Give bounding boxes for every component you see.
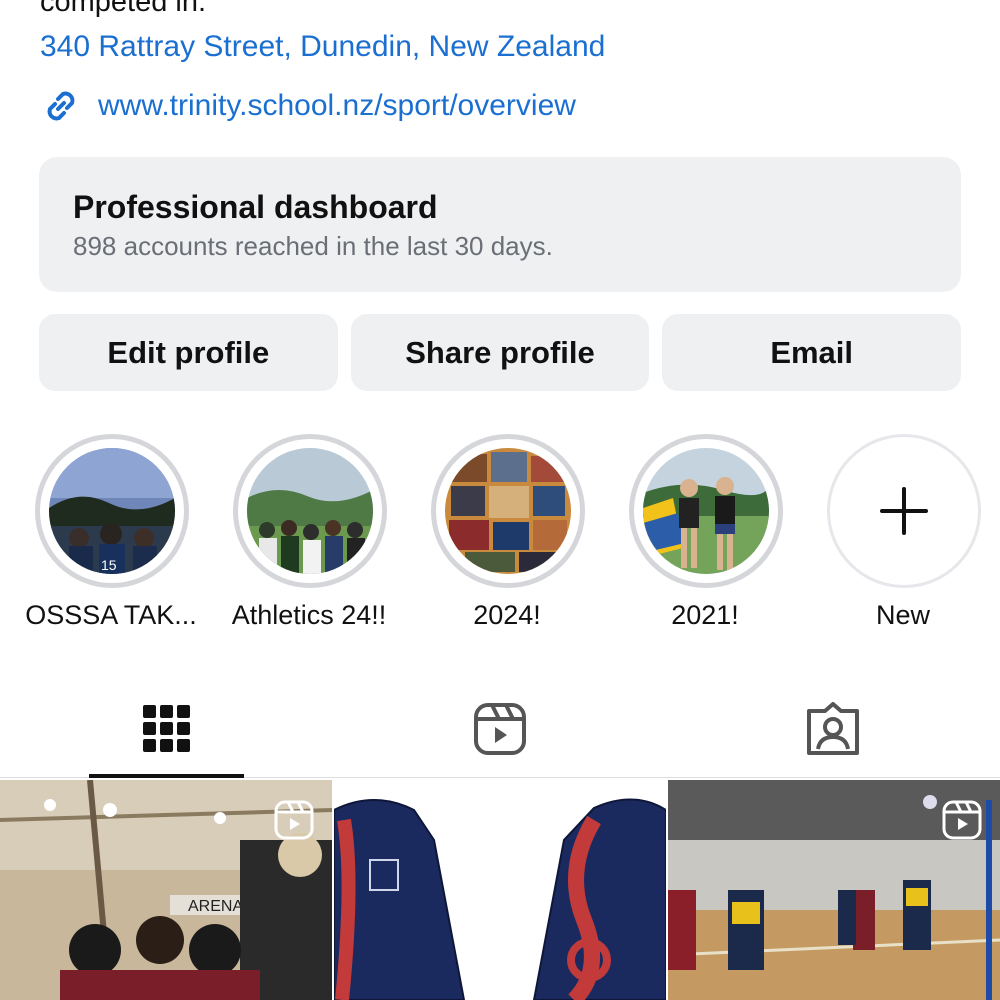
reel-badge-icon bbox=[942, 800, 982, 840]
tab-tagged[interactable] bbox=[666, 680, 999, 778]
edit-profile-button[interactable]: Edit profile bbox=[39, 314, 338, 391]
highlight-label: 2021! bbox=[671, 600, 739, 630]
night-field-photo-icon: 15 bbox=[49, 448, 175, 574]
dashboard-title: Professional dashboard bbox=[73, 189, 438, 225]
professional-dashboard-card[interactable]: Professional dashboard 898 accounts reac… bbox=[39, 157, 961, 292]
highlight-ring bbox=[431, 434, 585, 588]
tagged-person-icon bbox=[806, 702, 859, 755]
hoodie-design-image bbox=[334, 780, 666, 1000]
share-profile-button[interactable]: Share profile bbox=[350, 314, 650, 391]
plus-icon bbox=[880, 487, 928, 535]
posts-grid: ARENA bbox=[0, 780, 1000, 1000]
svg-text:ARENA: ARENA bbox=[188, 898, 243, 915]
bio-text-tail: competed in. bbox=[40, 0, 207, 18]
address-link[interactable]: 340 Rattray Street, Dunedin, New Zealand bbox=[40, 30, 605, 64]
reels-icon bbox=[473, 703, 526, 755]
profile-actions: Edit profile Share profile Email bbox=[39, 314, 962, 391]
grid-post-3[interactable] bbox=[668, 780, 1000, 1000]
highlight-ring: 15 bbox=[35, 434, 189, 588]
website-link[interactable]: www.trinity.school.nz/sport/overview bbox=[98, 89, 576, 123]
two-girls-field-photo-icon bbox=[643, 448, 769, 574]
highlight-ring bbox=[233, 434, 387, 588]
highlight-label: New bbox=[875, 600, 930, 630]
email-button[interactable]: Email bbox=[662, 314, 962, 391]
profile-tabs bbox=[0, 680, 1000, 778]
dashboard-subtitle: 898 accounts reached in the last 30 days… bbox=[73, 231, 553, 261]
website-row[interactable]: www.trinity.school.nz/sport/overview bbox=[40, 84, 576, 128]
highlight-label: Athletics 24!! bbox=[231, 600, 387, 630]
highlight-label: 2024! bbox=[473, 600, 541, 630]
highlight-label: OSSSA TAK... bbox=[25, 600, 197, 630]
story-highlights: 15 OSSSA TAK... Athletics 24!! 2024! 202… bbox=[0, 434, 1000, 634]
grid-post-2[interactable] bbox=[334, 780, 666, 1000]
link-icon bbox=[47, 91, 75, 121]
collage-photo-icon bbox=[445, 448, 571, 574]
svg-text:15: 15 bbox=[101, 557, 117, 573]
grid-icon bbox=[142, 705, 190, 752]
new-highlight-ring bbox=[827, 434, 981, 588]
highlight-ring bbox=[629, 434, 783, 588]
tab-reels[interactable] bbox=[333, 680, 666, 778]
reel-badge-icon bbox=[274, 800, 314, 840]
tab-posts[interactable] bbox=[0, 680, 333, 778]
grid-post-1[interactable]: ARENA bbox=[0, 780, 332, 1000]
group-field-photo-icon bbox=[247, 448, 373, 574]
